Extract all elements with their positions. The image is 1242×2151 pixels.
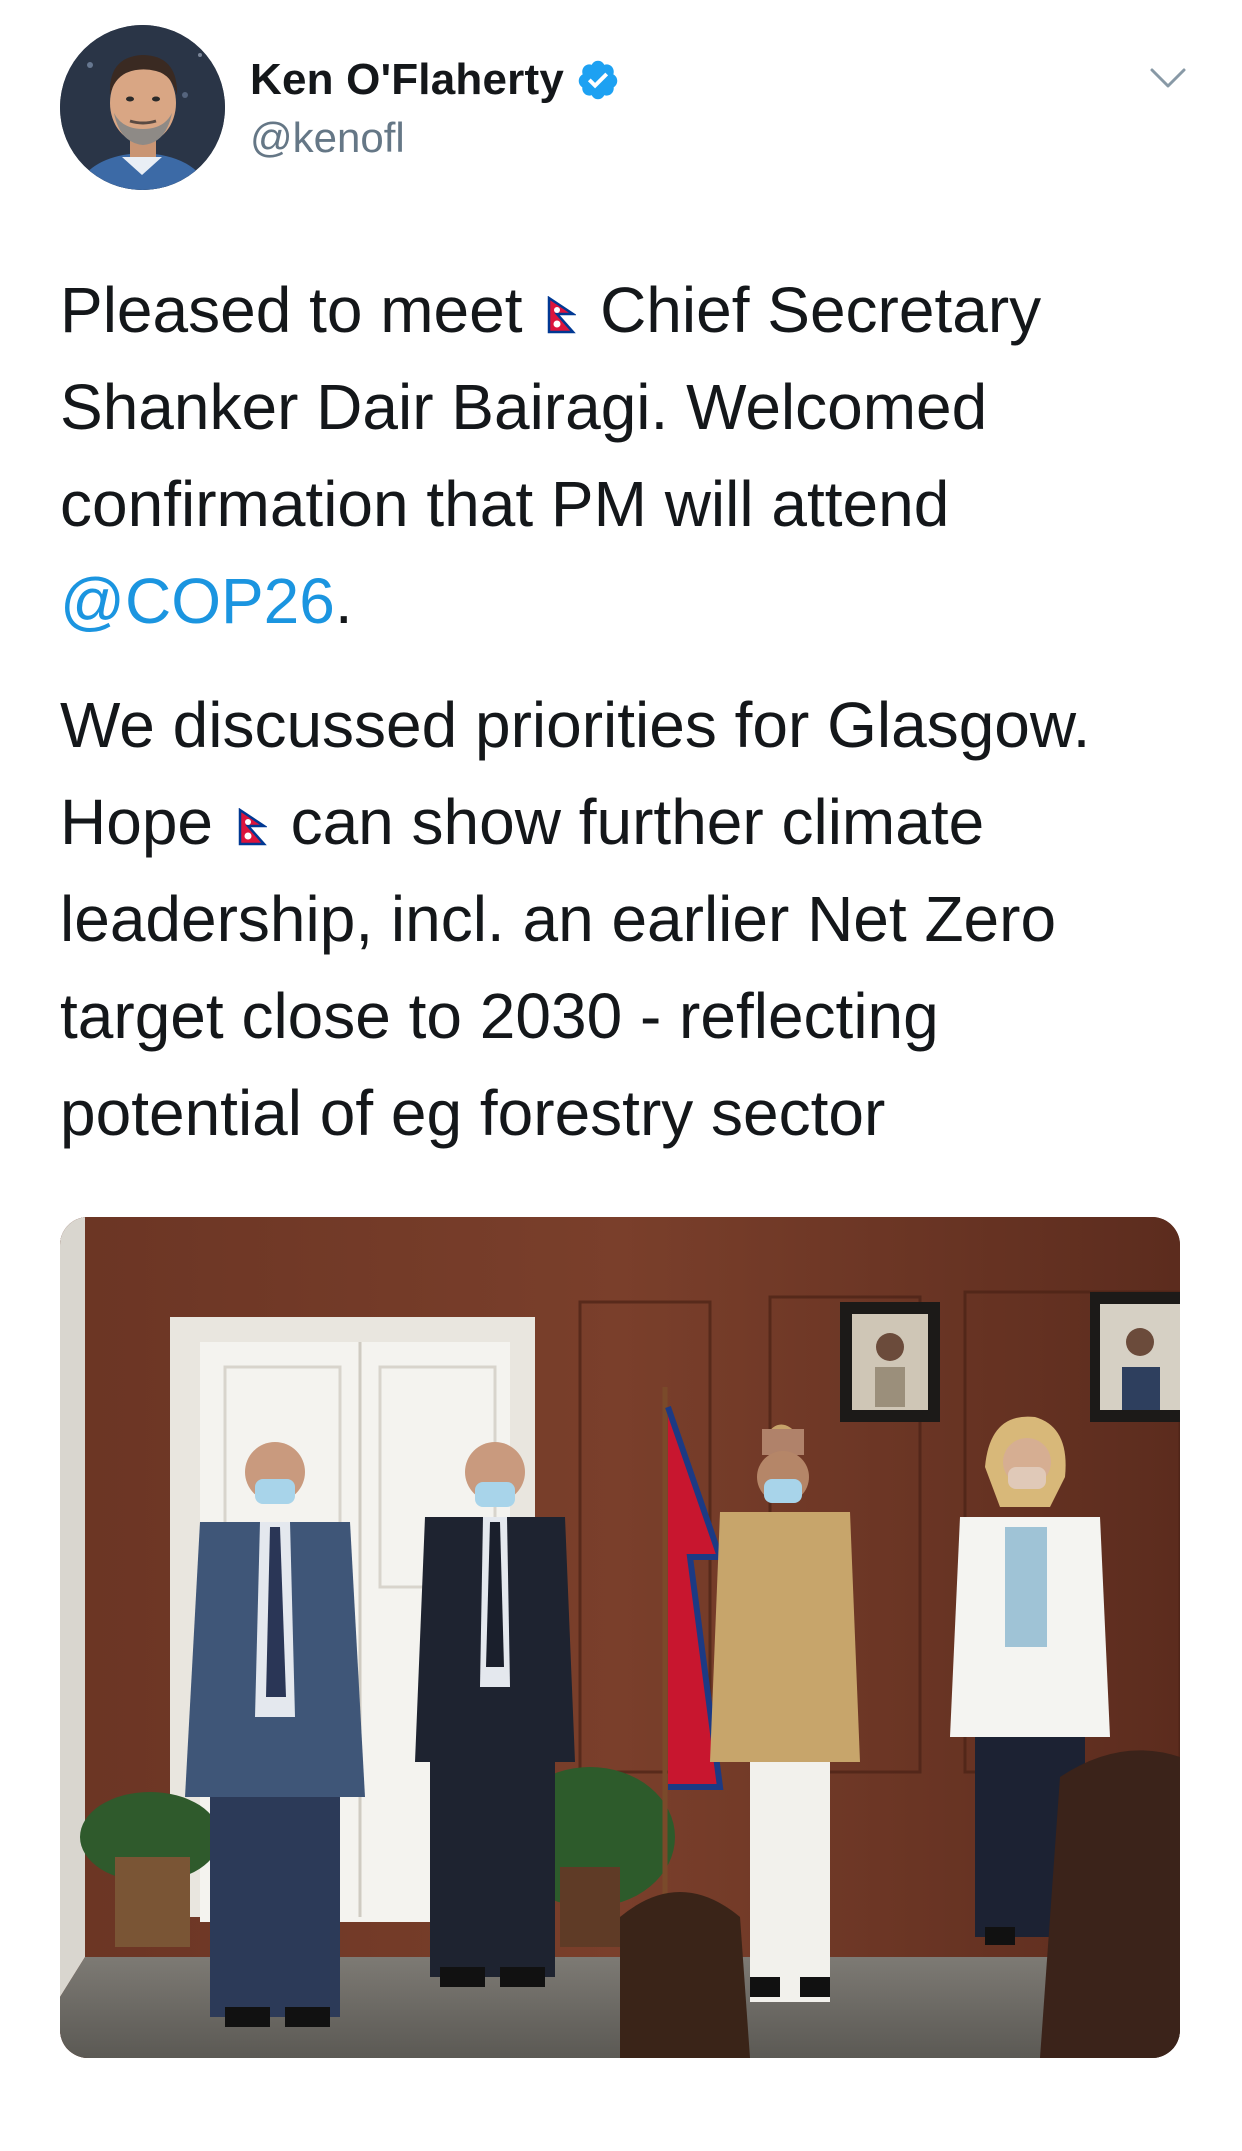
nepal-flag-emoji bbox=[546, 266, 578, 334]
text-segment: Pleased to meet bbox=[60, 274, 541, 346]
tweet: Ken O'Flaherty @kenofl Pleased to meet C… bbox=[0, 0, 1242, 2151]
card-preview-cutoff: ▂ ▂▂▂▂▂ ▂▂▂ ▂▂▂▂▂▂ bbox=[80, 2128, 683, 2151]
mention-link[interactable]: @COP26 bbox=[60, 565, 335, 637]
tweet-paragraph-1: Pleased to meet Chief Secretary Shanker … bbox=[60, 262, 1180, 650]
text-segment: . bbox=[334, 565, 353, 637]
tweet-text: Pleased to meet Chief Secretary Shanker … bbox=[60, 262, 1180, 1149]
nepal-flag-emoji bbox=[237, 778, 268, 846]
person-1 bbox=[185, 1442, 365, 2027]
person-2 bbox=[415, 1442, 575, 1987]
tweet-photo[interactable] bbox=[60, 1217, 1180, 2058]
text-segment: leadership, incl. an earlier Net Zero bbox=[60, 883, 1057, 955]
text-segment: confirmation that PM will attend bbox=[60, 468, 950, 540]
avatar[interactable] bbox=[60, 25, 225, 190]
author-info[interactable]: Ken O'Flaherty @kenofl bbox=[250, 52, 620, 162]
text-segment: can show further climate bbox=[272, 786, 985, 858]
handle[interactable]: @kenofl bbox=[250, 114, 620, 162]
display-name[interactable]: Ken O'Flaherty bbox=[250, 55, 564, 105]
tweet-paragraph-2: We discussed priorities for Glasgow. Hop… bbox=[60, 677, 1180, 1162]
chevron-down-icon[interactable] bbox=[1146, 60, 1190, 96]
avatar-image bbox=[60, 25, 225, 190]
verified-badge-icon bbox=[576, 58, 620, 102]
text-segment: Hope bbox=[60, 786, 231, 858]
text-segment: Chief Secretary bbox=[582, 274, 1042, 346]
photo-scene bbox=[60, 1217, 1180, 2058]
text-segment: potential of eg forestry sector bbox=[60, 1077, 886, 1149]
text-segment: We discussed priorities for Glasgow. bbox=[60, 689, 1091, 761]
name-row: Ken O'Flaherty bbox=[250, 52, 620, 108]
text-segment: target close to 2030 - reflecting bbox=[60, 980, 939, 1052]
text-segment: Shanker Dair Bairagi. Welcomed bbox=[60, 371, 988, 443]
